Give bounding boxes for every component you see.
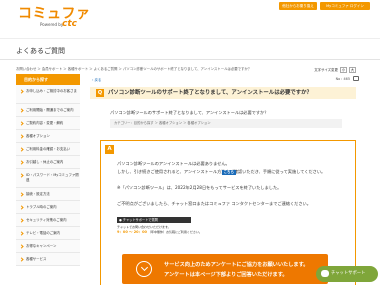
mypage-login-button[interactable]: Myコミュファ ログイン xyxy=(320,2,370,10)
sidebar-item-contract[interactable]: ご契約内容・変更・解約 xyxy=(16,117,80,130)
chat-info-2: （年中無休）お気軽にご利用ください。 xyxy=(147,230,202,234)
survey-banner[interactable]: サービス向上のためアンケートにご協力をお願いいたします。 アンケートは本ページ下… xyxy=(122,254,328,284)
sidebar-item-billing[interactable]: ご利用料金の確認・お支払い xyxy=(16,143,80,156)
commufa-logo[interactable]: コミュファ Powered by ctc xyxy=(18,6,91,29)
print-icon[interactable] xyxy=(353,76,359,81)
font-size-small-button[interactable]: 小 xyxy=(339,67,347,73)
chat-time: 9：00 ～ 20：00 xyxy=(117,230,147,234)
sidebar-item-connection[interactable]: 接続・設定方法 xyxy=(16,188,80,201)
back-label: 戻る xyxy=(94,78,102,82)
main-content: 文字サイズ変更 小 大 ‹ 戻る No : 465 Q パソコン診断ツールのサポ… xyxy=(90,67,372,285)
sidebar-item-id-password[interactable]: ID・パスワード・Myコミュファ関連 xyxy=(16,169,80,188)
chat-support-bar[interactable]: ● チャットサポートで質問 xyxy=(117,217,191,223)
sidebar-item-start-of-use[interactable]: ご利用開始・開通までのご案内 xyxy=(16,104,80,117)
logo-ctc: ctc xyxy=(62,19,77,29)
logo-text: コミュファ xyxy=(18,6,91,22)
sidebar-item-applying[interactable]: お申し込み・ご検討中のお客さま xyxy=(16,85,80,104)
site-header: コミュファ Powered by ctc 他社からお乗り換え Myコミュファ ロ… xyxy=(0,0,380,38)
here-link[interactable]: こちら xyxy=(222,170,236,175)
switch-provider-button[interactable]: 他社からお乗り換え xyxy=(279,2,317,10)
sidebar-item-campaign[interactable]: お得なキャンペーン xyxy=(16,240,80,253)
survey-line-1: サービス向上のためアンケートにご協力をお願いいたします。 xyxy=(164,262,309,268)
faq-toolbar: 文字サイズ変更 小 大 ‹ 戻る No : 465 xyxy=(90,67,372,84)
sidebar: 目的から探す お申し込み・ご検討中のお客さま ご利用開始・開通までのご案内 ご契… xyxy=(16,74,80,266)
category-path[interactable]: カテゴリー：目的から探す ＞ 各種オプション ＞ 各種オプション xyxy=(110,119,342,128)
logo-powered-by: Powered by xyxy=(40,22,64,27)
faq-number: No : 465 xyxy=(335,77,350,81)
arrow-down-circle-icon xyxy=(136,261,152,277)
sidebar-item-tv-phone[interactable]: テレビ・電話のご案内 xyxy=(16,227,80,240)
sidebar-item-trouble[interactable]: トラブル時のご案内 xyxy=(16,201,80,214)
chat-hours: 9：00 ～ 20：00 （年中無休）お気軽にご利用ください。 xyxy=(117,230,202,235)
font-size-label: 文字サイズ変更 xyxy=(314,68,338,72)
font-size-control: 文字サイズ変更 小 大 xyxy=(314,67,356,73)
page-title: よくあるご質問 xyxy=(16,47,65,55)
back-link[interactable]: ‹ 戻る xyxy=(92,77,101,82)
sidebar-item-services[interactable]: 各種サービス xyxy=(16,253,80,266)
answer-here-link-wrap: こちら xyxy=(222,169,236,175)
question-detail: パソコン診断ツールのサポート終了となりまして、アンインストールは必要ですか？ xyxy=(110,110,269,115)
sidebar-item-moving[interactable]: お引越し・休止のご案内 xyxy=(16,156,80,169)
sidebar-item-options[interactable]: 各種オプション xyxy=(16,130,80,143)
chat-bubble-icon xyxy=(321,270,329,277)
chat-info-text: チャットでお問い合わせいただけます。 xyxy=(117,225,171,229)
question-title: パソコン診断ツールのサポート終了となりまして、アンインストールは必要ですか？ xyxy=(108,90,312,96)
answer-line-4: ご不明点がございましたら、チャット窓口またはコミュファ コンタクトセンターまでご… xyxy=(117,201,311,206)
sidebar-item-security[interactable]: セキュリティ対策のご案内 xyxy=(16,214,80,227)
answer-line-3: ※「パソコン診断ツール」は、2022年2月28日をもってサービスを終了いたしまし… xyxy=(117,185,282,190)
font-size-large-button[interactable]: 大 xyxy=(349,67,356,73)
survey-line-2: アンケートは本ページ下部よりご回答いただけます。 xyxy=(164,272,288,278)
chat-support-button[interactable]: チャットサポート xyxy=(316,266,378,282)
question-badge: Q xyxy=(96,89,104,97)
question-header: Q パソコン診断ツールのサポート終了となりまして、アンインストールは必要ですか？ xyxy=(90,87,356,99)
sidebar-heading: 目的から探す xyxy=(16,74,80,85)
breadcrumb[interactable]: お問い合わせ ＞ 会員サポート ＞ 各種サポート ＞ よくあるご質問 ＞ パソコ… xyxy=(16,66,251,71)
chat-support-label: チャットサポート xyxy=(331,271,366,276)
answer-badge: A xyxy=(105,145,114,154)
answer-line-1: パソコン診断ツールのアンインストールは必要ありません。 xyxy=(117,161,230,166)
page-title-bar: よくあるご質問 xyxy=(0,38,380,60)
